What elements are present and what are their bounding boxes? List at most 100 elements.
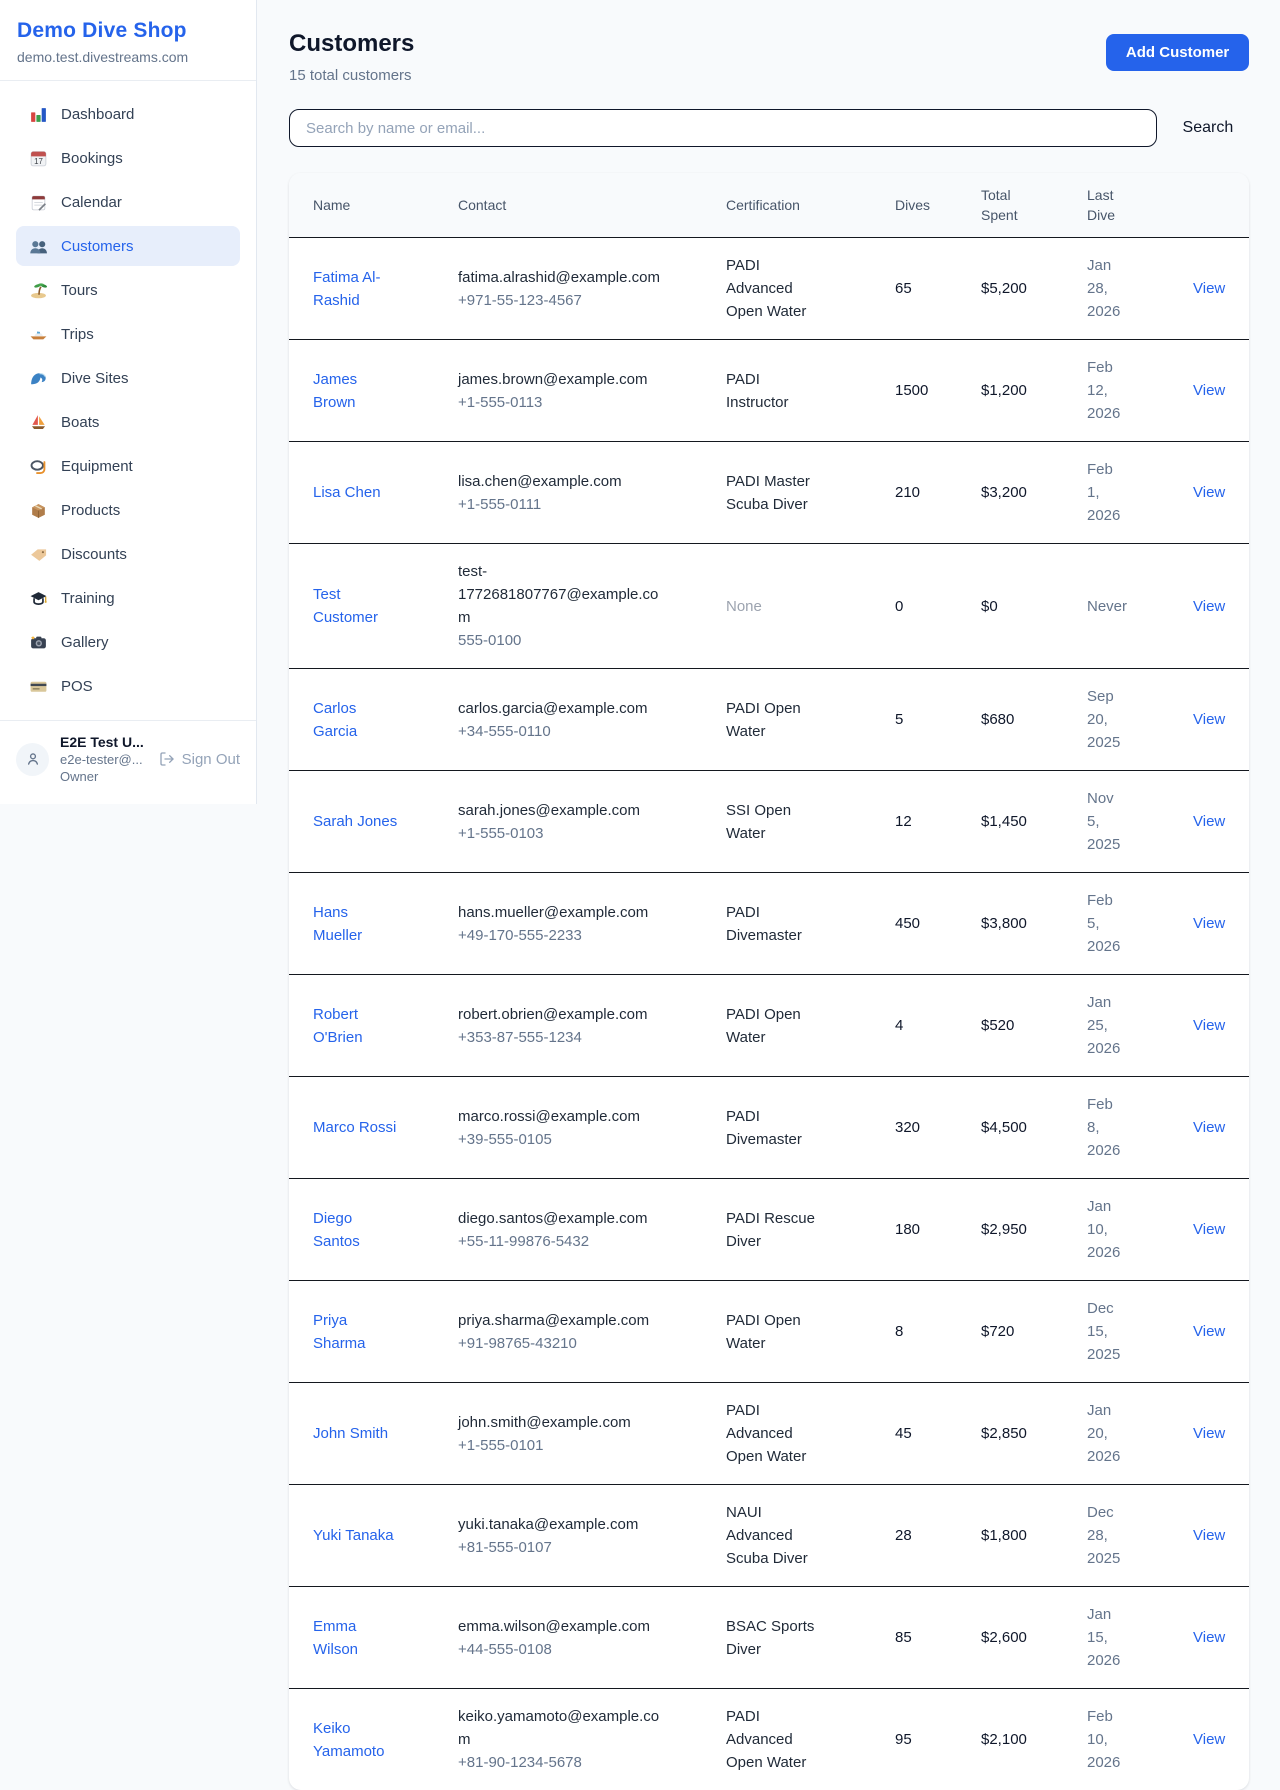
view-link[interactable]: View bbox=[1193, 1629, 1225, 1646]
view-link[interactable]: View bbox=[1193, 1017, 1225, 1034]
customer-phone: +971-55-123-4567 bbox=[458, 289, 698, 312]
customer-name-link[interactable]: Lisa Chen bbox=[313, 481, 381, 504]
sidebar: Demo Dive Shop demo.test.divestreams.com… bbox=[0, 0, 257, 804]
customer-email: john.smith@example.com bbox=[458, 1411, 670, 1434]
customer-name-cell: James Brown bbox=[313, 352, 458, 430]
customer-name-cell: Carlos Garcia bbox=[313, 681, 458, 759]
view-link[interactable]: View bbox=[1193, 915, 1225, 932]
sign-out-button[interactable]: Sign Out bbox=[159, 751, 240, 768]
total-spent-cell: $4,500 bbox=[981, 1100, 1087, 1155]
customers-icon bbox=[29, 237, 48, 256]
total-spent-cell: $680 bbox=[981, 692, 1087, 747]
sidebar-item-dashboard[interactable]: Dashboard bbox=[16, 94, 240, 134]
shop-name: Demo Dive Shop bbox=[17, 19, 239, 43]
search-button[interactable]: Search bbox=[1183, 119, 1250, 137]
customer-email: test-1772681807767@example.com bbox=[458, 560, 670, 629]
last-dive-cell: Feb 8, 2026 bbox=[1087, 1077, 1157, 1178]
dives-cell: 95 bbox=[895, 1712, 981, 1767]
sidebar-item-pos[interactable]: POS bbox=[16, 666, 240, 706]
view-link[interactable]: View bbox=[1193, 598, 1225, 615]
certification-cell: PADI Advanced Open Water bbox=[726, 238, 847, 339]
app-layout: Demo Dive Shop demo.test.divestreams.com… bbox=[0, 0, 1280, 1790]
dives-cell: 45 bbox=[895, 1406, 981, 1461]
contact-cell: robert.obrien@example.com +353-87-555-12… bbox=[458, 987, 726, 1065]
customer-name-link[interactable]: Diego Santos bbox=[313, 1207, 401, 1253]
dives-cell: 85 bbox=[895, 1610, 981, 1665]
view-link[interactable]: View bbox=[1193, 1425, 1225, 1442]
customer-email: robert.obrien@example.com bbox=[458, 1003, 670, 1026]
view-link[interactable]: View bbox=[1193, 280, 1225, 297]
customer-phone: +49-170-555-2233 bbox=[458, 924, 698, 947]
sidebar-item-trips[interactable]: Trips bbox=[16, 314, 240, 354]
sidebar-item-equipment[interactable]: Equipment bbox=[16, 446, 240, 486]
customer-name-link[interactable]: Yuki Tanaka bbox=[313, 1524, 394, 1547]
customer-name-link[interactable]: Fatima Al-Rashid bbox=[313, 266, 401, 312]
customer-name-link[interactable]: Priya Sharma bbox=[313, 1309, 401, 1355]
sidebar-item-customers[interactable]: Customers bbox=[16, 226, 240, 266]
dives-cell: 12 bbox=[895, 794, 981, 849]
sidebar-item-dive-sites[interactable]: Dive Sites bbox=[16, 358, 240, 398]
last-dive-cell: Nov 5, 2025 bbox=[1087, 771, 1157, 872]
sidebar-item-tours[interactable]: Tours bbox=[16, 270, 240, 310]
view-link[interactable]: View bbox=[1193, 1323, 1225, 1340]
total-spent-cell: $2,850 bbox=[981, 1406, 1087, 1461]
add-customer-button[interactable]: Add Customer bbox=[1106, 34, 1249, 71]
customer-name-link[interactable]: Robert O'Brien bbox=[313, 1003, 401, 1049]
customer-name-link[interactable]: Carlos Garcia bbox=[313, 697, 401, 743]
contact-cell: diego.santos@example.com +55-11-99876-54… bbox=[458, 1191, 726, 1269]
customer-phone: +1-555-0101 bbox=[458, 1434, 698, 1457]
customer-email: priya.sharma@example.com bbox=[458, 1309, 670, 1332]
column-header-name: Name bbox=[313, 183, 458, 227]
last-dive-cell: Feb 10, 2026 bbox=[1087, 1689, 1157, 1790]
sidebar-item-discounts[interactable]: Discounts bbox=[16, 534, 240, 574]
customer-email: hans.mueller@example.com bbox=[458, 901, 670, 924]
sidebar-item-training[interactable]: Training bbox=[16, 578, 240, 618]
column-header-certification: Certification bbox=[726, 183, 895, 227]
search-input[interactable] bbox=[289, 109, 1157, 147]
customer-phone: +91-98765-43210 bbox=[458, 1332, 698, 1355]
view-link[interactable]: View bbox=[1193, 1731, 1225, 1748]
table-row: Hans Mueller hans.mueller@example.com +4… bbox=[289, 873, 1249, 975]
view-link[interactable]: View bbox=[1193, 484, 1225, 501]
customer-name-link[interactable]: John Smith bbox=[313, 1422, 388, 1445]
customer-name-link[interactable]: Hans Mueller bbox=[313, 901, 401, 947]
dives-cell: 1500 bbox=[895, 363, 981, 418]
avatar bbox=[16, 743, 49, 776]
customer-phone: +44-555-0108 bbox=[458, 1638, 698, 1661]
customer-name-link[interactable]: Keiko Yamamoto bbox=[313, 1717, 401, 1763]
certification-cell: SSI Open Water bbox=[726, 783, 847, 861]
sidebar-item-products[interactable]: Products bbox=[16, 490, 240, 530]
total-spent-cell: $3,200 bbox=[981, 465, 1087, 520]
sidebar-item-gallery[interactable]: Gallery bbox=[16, 622, 240, 662]
user-email: e2e-tester@... bbox=[60, 752, 144, 767]
table-row: Test Customer test-1772681807767@example… bbox=[289, 544, 1249, 669]
customer-name-link[interactable]: Marco Rossi bbox=[313, 1116, 396, 1139]
customer-name-link[interactable]: Emma Wilson bbox=[313, 1615, 401, 1661]
customer-email: carlos.garcia@example.com bbox=[458, 697, 670, 720]
customer-email: lisa.chen@example.com bbox=[458, 470, 670, 493]
sidebar-item-calendar[interactable]: Calendar bbox=[16, 182, 240, 222]
page-header: Customers 15 total customers Add Custome… bbox=[289, 30, 1249, 84]
sidebar-item-bookings[interactable]: 17 Bookings bbox=[16, 138, 240, 178]
customer-name-link[interactable]: Test Customer bbox=[313, 583, 401, 629]
view-link[interactable]: View bbox=[1193, 382, 1225, 399]
speedboat-icon bbox=[29, 325, 48, 344]
total-spent-cell: $3,800 bbox=[981, 896, 1087, 951]
sidebar-item-label: Dashboard bbox=[61, 106, 134, 123]
view-link[interactable]: View bbox=[1193, 1527, 1225, 1544]
customer-name-link[interactable]: James Brown bbox=[313, 368, 401, 414]
customer-name-link[interactable]: Sarah Jones bbox=[313, 810, 397, 833]
table-row: Diego Santos diego.santos@example.com +5… bbox=[289, 1179, 1249, 1281]
view-link[interactable]: View bbox=[1193, 1119, 1225, 1136]
view-link[interactable]: View bbox=[1193, 813, 1225, 830]
view-link[interactable]: View bbox=[1193, 711, 1225, 728]
customer-name-cell: Priya Sharma bbox=[313, 1293, 458, 1371]
customer-name-cell: Keiko Yamamoto bbox=[313, 1701, 458, 1779]
contact-cell: marco.rossi@example.com +39-555-0105 bbox=[458, 1089, 726, 1167]
graduation-cap-icon bbox=[29, 589, 48, 608]
view-link[interactable]: View bbox=[1193, 1221, 1225, 1238]
certification-cell: PADI Master Scuba Diver bbox=[726, 454, 847, 532]
wave-icon bbox=[29, 369, 48, 388]
table-row: Marco Rossi marco.rossi@example.com +39-… bbox=[289, 1077, 1249, 1179]
sidebar-item-boats[interactable]: Boats bbox=[16, 402, 240, 442]
